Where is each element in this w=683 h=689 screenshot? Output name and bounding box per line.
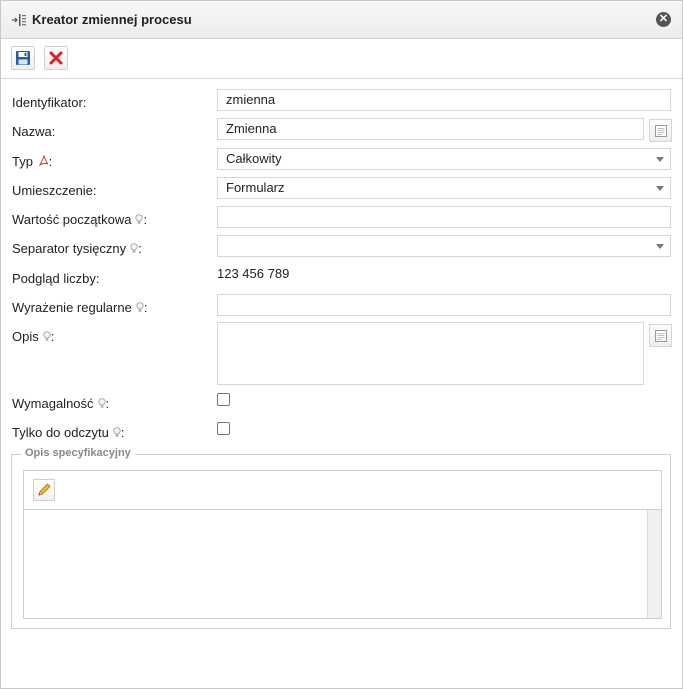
description-textarea[interactable] <box>217 322 644 385</box>
red-x-cancel-icon <box>49 51 63 65</box>
document-icon <box>655 125 667 137</box>
editor-scrollbar[interactable] <box>647 510 661 618</box>
type-label-colon: : <box>48 154 53 169</box>
lightbulb-hint-icon[interactable] <box>113 427 121 438</box>
read-only-label-text: Tylko do odczytu <box>12 425 109 440</box>
identifier-label: Identyfikator: <box>12 95 87 110</box>
title-bar: Kreator zmiennej procesu ✕ <box>1 1 682 39</box>
editor-toolbar <box>24 471 661 510</box>
name-label: Nazwa: <box>12 124 56 139</box>
number-preview-value: 123 456 789 <box>217 266 290 281</box>
window-title: Kreator zmiennej procesu <box>32 12 192 27</box>
variable-wizard-icon <box>11 13 27 27</box>
pencil-icon <box>38 483 51 496</box>
pdf-icon[interactable] <box>38 154 49 167</box>
thousand-separator-label-colon: : <box>138 241 142 256</box>
required-label: Wymagalność: <box>12 396 109 411</box>
specification-legend: Opis specyfikacyjny <box>21 447 135 459</box>
initial-value-label-text: Wartość początkowa <box>12 212 132 227</box>
placement-select-value: Formularz <box>226 180 285 195</box>
close-icon[interactable]: ✕ <box>656 12 671 27</box>
type-select-value: Całkowity <box>226 151 282 166</box>
process-variable-wizard-window: Kreator zmiennej procesu ✕ Identyfikator… <box>0 0 683 689</box>
edit-button[interactable] <box>33 479 55 501</box>
regex-label-colon: : <box>143 300 148 315</box>
thousand-separator-label-text: Separator tysięczny <box>12 241 127 256</box>
type-label: Typ : <box>12 154 52 169</box>
type-label-text: Typ <box>12 154 33 169</box>
description-label-colon: : <box>50 329 55 344</box>
number-preview-label: Podgląd liczby: <box>12 271 100 286</box>
document-icon <box>655 330 667 342</box>
required-label-colon: : <box>105 396 110 411</box>
required-label-text: Wymagalność <box>12 396 94 411</box>
regex-input[interactable] <box>217 294 671 316</box>
toolbar <box>1 39 682 79</box>
chevron-down-icon <box>656 157 664 162</box>
name-translations-button[interactable] <box>649 119 672 142</box>
name-input[interactable]: Zmienna <box>217 118 644 140</box>
description-label-text: Opis <box>12 329 39 344</box>
specification-editor <box>23 470 662 619</box>
regex-label: Wyrażenie regularne: <box>12 300 147 315</box>
initial-value-input[interactable] <box>217 206 671 228</box>
description-label: Opis: <box>12 329 54 344</box>
chevron-down-icon <box>656 186 664 191</box>
floppy-save-icon <box>16 51 30 65</box>
read-only-checkbox[interactable] <box>217 422 230 435</box>
save-button[interactable] <box>11 46 35 70</box>
placement-label: Umieszczenie: <box>12 183 97 198</box>
description-translations-button[interactable] <box>649 324 672 347</box>
read-only-label: Tylko do odczytu: <box>12 425 124 440</box>
lightbulb-hint-icon[interactable] <box>97 398 106 409</box>
type-select[interactable]: Całkowity <box>217 148 671 170</box>
required-checkbox[interactable] <box>217 393 230 406</box>
cancel-button[interactable] <box>44 46 68 70</box>
thousand-separator-label: Separator tysięczny: <box>12 241 142 256</box>
lightbulb-hint-icon[interactable] <box>43 331 51 342</box>
placement-select[interactable]: Formularz <box>217 177 671 199</box>
initial-value-label-colon: : <box>143 212 148 227</box>
identifier-input[interactable]: zmienna <box>217 89 671 111</box>
initial-value-label: Wartość początkowa: <box>12 212 147 227</box>
chevron-down-icon <box>656 244 664 249</box>
regex-label-text: Wyrażenie regularne <box>12 300 132 315</box>
thousand-separator-select[interactable] <box>217 235 671 257</box>
read-only-label-colon: : <box>120 425 125 440</box>
lightbulb-hint-icon[interactable] <box>130 243 138 254</box>
lightbulb-hint-icon[interactable] <box>136 302 144 313</box>
